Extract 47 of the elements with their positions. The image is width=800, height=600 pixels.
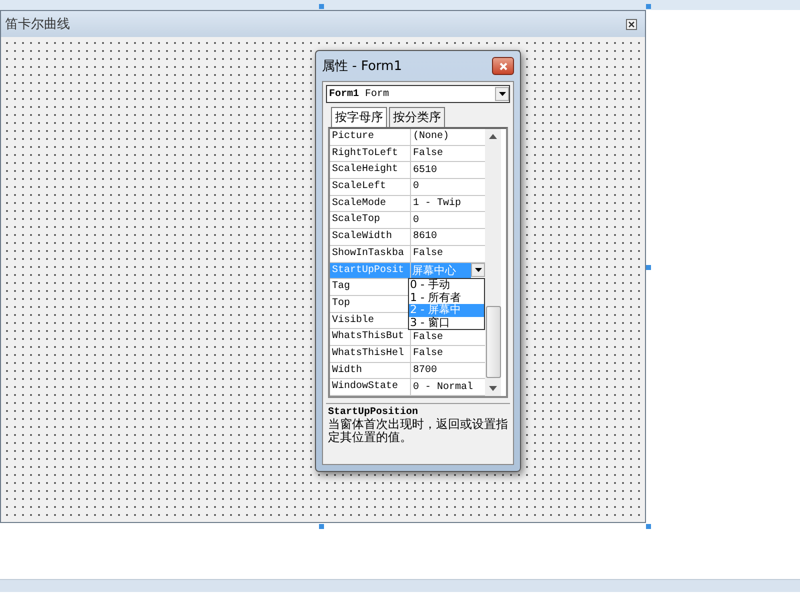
- scrollbar-thumb[interactable]: [486, 306, 500, 378]
- property-name[interactable]: ScaleLeft: [330, 179, 411, 195]
- tab[interactable]: 按分类序: [389, 107, 445, 127]
- resize-handle[interactable]: [319, 524, 324, 529]
- property-value[interactable]: False: [411, 148, 444, 160]
- tab[interactable]: 按字母序: [331, 107, 387, 127]
- object-dropdown[interactable]: Form1 Form: [326, 85, 510, 103]
- dropdown-arrow-icon: [474, 268, 482, 272]
- property-value[interactable]: 0 - Normal: [411, 382, 474, 393]
- property-name[interactable]: ScaleTop: [330, 212, 411, 228]
- scroll-down-icon[interactable]: [489, 386, 497, 391]
- property-value[interactable]: 8700: [411, 364, 438, 376]
- property-name[interactable]: WhatsThisHel: [330, 346, 411, 362]
- property-name[interactable]: Width: [330, 362, 411, 378]
- property-value[interactable]: (None): [411, 131, 450, 142]
- property-name[interactable]: Picture: [330, 129, 411, 145]
- dropdown-option[interactable]: 3 - 窗口: [409, 316, 484, 329]
- scrollbar[interactable]: [485, 129, 501, 396]
- property-name[interactable]: ShowInTaskba: [330, 246, 411, 262]
- close-icon[interactable]: [626, 18, 637, 30]
- resize-handle[interactable]: [319, 4, 324, 9]
- description-title: StartUpPosition: [328, 407, 420, 418]
- resize-handle[interactable]: [646, 4, 651, 9]
- dropdown-arrow-icon: [498, 92, 506, 96]
- resize-handle[interactable]: [646, 524, 651, 529]
- property-value[interactable]: 0: [411, 214, 420, 226]
- property-value[interactable]: False: [411, 248, 444, 260]
- window-title: 属性 - Form1: [322, 58, 402, 75]
- property-name[interactable]: WindowState: [330, 379, 411, 395]
- property-name[interactable]: ScaleMode: [330, 196, 411, 212]
- close-icon: [498, 62, 508, 70]
- resize-handle[interactable]: [646, 265, 651, 270]
- property-value[interactable]: False: [411, 332, 444, 343]
- dropdown-option[interactable]: 0 - 手动: [409, 279, 484, 292]
- dropdown-option[interactable]: 1 - 所有者: [409, 292, 484, 304]
- property-value[interactable]: 0: [411, 181, 420, 192]
- property-name[interactable]: ScaleWidth: [330, 229, 411, 245]
- property-value[interactable]: 6510: [411, 164, 438, 176]
- scroll-up-icon[interactable]: [489, 134, 497, 139]
- property-value[interactable]: 8610: [411, 231, 438, 242]
- property-value[interactable]: False: [411, 348, 444, 360]
- window-title: 笛卡尔曲线: [5, 16, 70, 33]
- description-text: 当窗体首次出现时，返回或设置指定其位置的值。: [328, 418, 508, 444]
- property-value[interactable]: 1 - Twip: [411, 198, 462, 210]
- close-button[interactable]: [492, 57, 514, 75]
- property-name[interactable]: RightToLeft: [330, 146, 411, 162]
- property-name[interactable]: ScaleHeight: [330, 162, 411, 178]
